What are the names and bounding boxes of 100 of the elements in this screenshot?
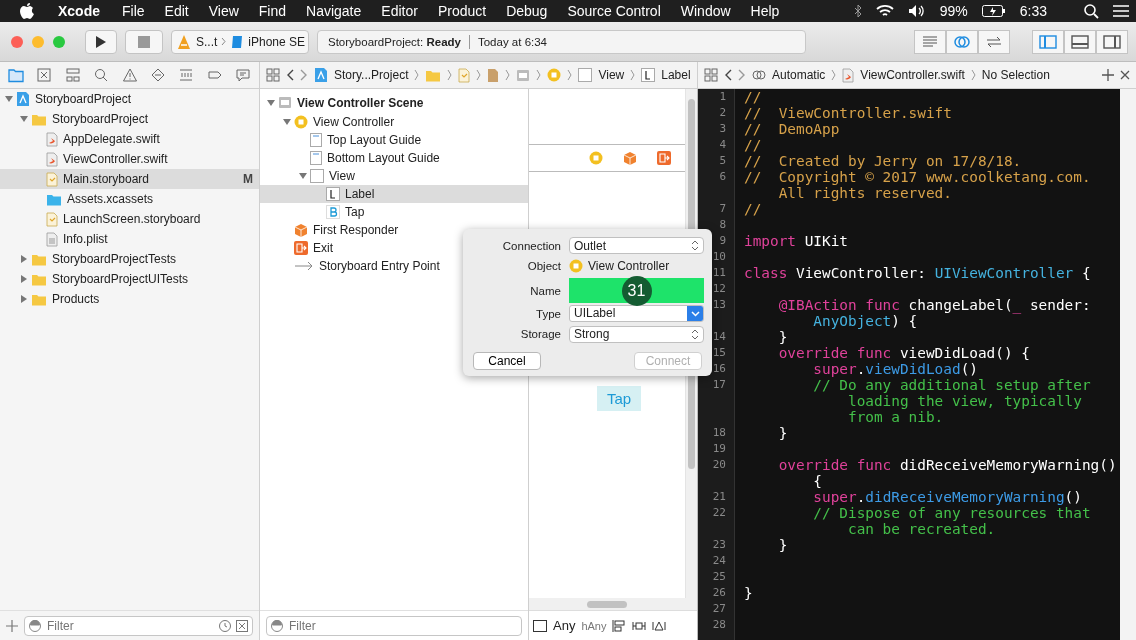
menu-item[interactable]: Find — [248, 3, 297, 19]
tree-row[interactable]: Info.plist — [0, 229, 259, 249]
menu-item[interactable]: File — [112, 3, 155, 19]
warning-icon[interactable] — [121, 67, 138, 83]
line-number: 18 — [712, 426, 726, 439]
tree-row[interactable]: Products — [0, 289, 259, 309]
disclosure-triangle-expanded-icon[interactable] — [267, 98, 275, 107]
menu-icon[interactable] — [1113, 4, 1129, 18]
disclosure-triangle-icon[interactable] — [20, 255, 28, 263]
stop-button[interactable] — [125, 29, 163, 54]
popup-menu[interactable]: Strong — [569, 325, 704, 343]
menu-item[interactable]: Window — [670, 3, 741, 19]
tree-row[interactable]: Storyboard Entry Point — [260, 257, 528, 275]
square-x-icon[interactable] — [236, 619, 248, 632]
tree-row[interactable]: Label — [260, 185, 528, 203]
breadcrumb-item[interactable]: Label — [661, 68, 691, 82]
diamond-icon[interactable] — [149, 67, 166, 83]
popup-menu[interactable]: Outlet — [569, 237, 704, 255]
line-number: 10 — [712, 250, 726, 263]
chevron-right-icon — [630, 69, 636, 81]
tree-row[interactable]: StoryboardProject — [0, 109, 259, 129]
forward-icon[interactable] — [738, 69, 746, 81]
grid-icon[interactable] — [266, 68, 280, 82]
plus-icon[interactable] — [6, 619, 18, 632]
back-icon[interactable] — [286, 69, 294, 81]
view-controller-icon — [547, 68, 562, 82]
breadcrumb-item[interactable]: ViewController.swift — [860, 68, 965, 82]
menu-item[interactable]: Product — [427, 3, 497, 19]
square-x-icon[interactable] — [36, 67, 53, 83]
tree-row[interactable]: Main.storyboard M — [0, 169, 259, 189]
clock-icon[interactable] — [219, 619, 231, 632]
tree-row[interactable]: AppDelegate.swift — [0, 129, 259, 149]
scrollbar-thumb[interactable] — [587, 600, 627, 608]
disclosure-triangle-expanded-icon[interactable] — [5, 95, 13, 103]
plus-icon[interactable] — [1102, 69, 1114, 81]
tree-row[interactable]: LaunchScreen.storyboard — [0, 209, 259, 229]
size-class-width[interactable]: Any — [553, 618, 576, 633]
filter-field[interactable]: Filter — [24, 615, 253, 636]
scheme-selector[interactable]: S...t iPhone SE — [171, 29, 309, 54]
debug-area-toggle-icon[interactable] — [1071, 33, 1089, 50]
tree-row[interactable]: First Responder — [260, 221, 528, 239]
tree-row[interactable]: Tap — [260, 203, 528, 221]
forward-icon[interactable] — [300, 69, 308, 81]
speaker-icon[interactable] — [907, 4, 926, 18]
view-icon — [578, 68, 593, 82]
run-button[interactable] — [85, 29, 117, 54]
breadcrumb-item[interactable]: Story...Project — [334, 68, 409, 82]
disclosure-triangle-expanded-icon[interactable] — [20, 115, 28, 123]
search-icon[interactable] — [1084, 3, 1099, 19]
menu-item[interactable]: Source Control — [557, 3, 671, 19]
line-number: 17 — [712, 378, 726, 391]
code-editor[interactable] — [698, 89, 1136, 640]
tree-row[interactable]: Top Layout Guide — [260, 131, 528, 149]
tree-row[interactable]: View Controller Scene — [260, 92, 528, 113]
close-window-button[interactable] — [11, 35, 23, 48]
grid-icon[interactable] — [704, 68, 718, 82]
tree-row[interactable]: StoryboardProject — [0, 89, 259, 109]
back-icon[interactable] — [724, 69, 732, 81]
tree-row[interactable]: StoryboardProjectTests — [0, 249, 259, 269]
hierarchy-icon[interactable] — [64, 67, 81, 83]
battery-icon[interactable] — [981, 5, 1006, 17]
menu-item[interactable]: Edit — [154, 3, 199, 19]
folder-icon[interactable] — [8, 67, 24, 83]
menu-item[interactable]: Help — [740, 3, 790, 19]
tree-row[interactable]: StoryboardProjectUITests — [0, 269, 259, 289]
menu-item[interactable]: Xcode — [52, 3, 112, 19]
speech-bubble-icon[interactable] — [235, 67, 251, 83]
tree-row[interactable]: Bottom Layout Guide — [260, 149, 528, 167]
menu-item[interactable]: View — [198, 3, 249, 19]
filter-field[interactable]: Filter — [266, 615, 522, 636]
name-field[interactable]: 31 — [569, 278, 704, 303]
align-icon[interactable] — [612, 618, 627, 633]
tree-row[interactable]: View Controller — [260, 113, 528, 131]
standard-editor-icon[interactable] — [921, 33, 939, 50]
tree-row[interactable]: View — [260, 167, 528, 185]
breadcrumb-item[interactable]: View — [598, 68, 625, 82]
assistant-editor-icon[interactable] — [953, 33, 971, 50]
scrollbar[interactable] — [1120, 89, 1136, 640]
clock-time[interactable]: 6:33 — [1019, 3, 1047, 19]
assets-folder-icon — [46, 192, 62, 206]
menu-item[interactable]: Navigate — [296, 3, 372, 19]
menu-item[interactable]: Editor — [371, 3, 428, 19]
type-combo-box[interactable]: UILabel — [569, 305, 704, 323]
apple-icon[interactable] — [20, 3, 34, 19]
navigator-toggle-icon[interactable] — [1039, 33, 1057, 50]
breadcrumb-item[interactable]: Automatic — [772, 68, 826, 82]
menu-item[interactable]: Debug — [496, 3, 558, 19]
size-class-height[interactable]: hAny — [581, 619, 607, 632]
close-icon[interactable] — [1120, 70, 1130, 80]
tree-row[interactable]: ViewController.swift — [0, 149, 259, 169]
wifi-icon[interactable] — [875, 4, 894, 18]
disclosure-triangle-icon[interactable] — [20, 275, 28, 283]
tree-row[interactable]: Assets.xcassets — [0, 189, 259, 209]
breadcrumb-item[interactable]: No Selection — [981, 68, 1050, 82]
utilities-toggle-icon[interactable] — [1103, 33, 1121, 50]
cancel-button[interactable]: Cancel — [473, 352, 541, 370]
disclosure-triangle-expanded-icon[interactable] — [299, 172, 307, 180]
disclosure-triangle-icon[interactable] — [20, 295, 28, 303]
bluetooth-icon[interactable] — [853, 4, 862, 18]
disclosure-triangle-expanded-icon[interactable] — [283, 118, 291, 126]
